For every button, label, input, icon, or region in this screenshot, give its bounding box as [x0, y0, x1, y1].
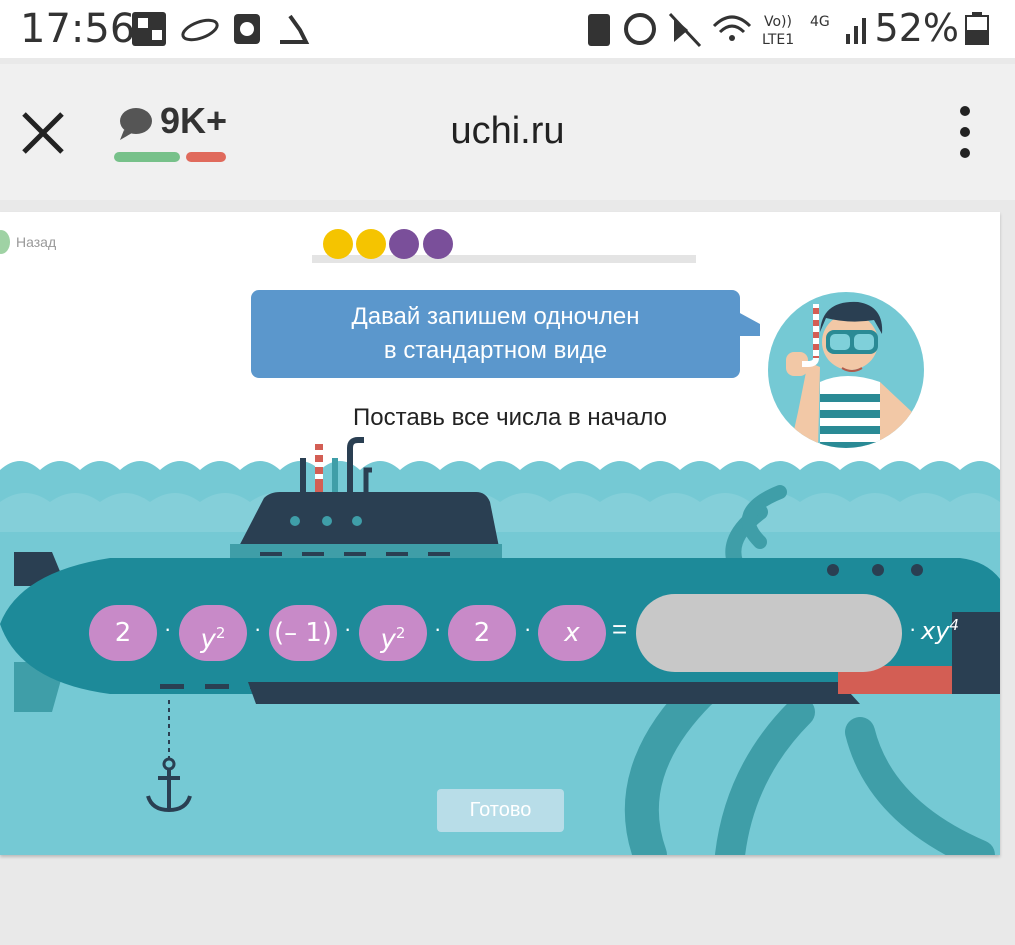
- svg-text:LTE1: LTE1: [762, 32, 794, 48]
- factor-card[interactable]: (– 1): [269, 605, 337, 661]
- battery-icon: [965, 12, 989, 45]
- factor-card[interactable]: 2: [89, 605, 157, 661]
- speech-bubble-tail: [738, 312, 760, 336]
- multiply-sign: ·: [164, 616, 172, 641]
- bubble-line-1: Давай запишем одночлен: [351, 303, 640, 330]
- status-bar: 17:56 Vo)) LTE1 4G 52%: [0, 0, 1015, 58]
- svg-text:4G: 4G: [810, 14, 830, 30]
- notification-icons: [132, 12, 310, 46]
- equals-sign: =: [612, 614, 628, 644]
- battery-level: 52%: [874, 6, 959, 50]
- done-button[interactable]: Готово: [437, 789, 564, 832]
- system-icons: Vo)) LTE1 4G: [588, 12, 866, 48]
- multiply-sign: ·: [909, 616, 917, 641]
- rating-bar-negative: [186, 152, 226, 162]
- multiply-sign: ·: [344, 616, 352, 641]
- monomial-suffix: xy4: [921, 616, 959, 645]
- answer-drop-zone[interactable]: [636, 594, 902, 672]
- bubble-line-2: в стандартном виде: [383, 337, 608, 364]
- factor-card[interactable]: y2: [179, 605, 247, 661]
- multiply-sign: ·: [524, 616, 532, 641]
- factor-card[interactable]: y2: [359, 605, 427, 661]
- clock: 17:56: [20, 6, 136, 52]
- more-options-icon[interactable]: [958, 104, 972, 160]
- rating-bar-positive: [114, 152, 180, 162]
- factor-card[interactable]: 2: [448, 605, 516, 661]
- svg-text:Vo)): Vo)): [764, 14, 792, 30]
- page-url: uchi.ru: [450, 110, 565, 152]
- multiply-sign: ·: [434, 616, 442, 641]
- multiply-sign: ·: [254, 616, 262, 641]
- factor-card[interactable]: x: [538, 605, 606, 661]
- task-instruction: Поставь все числа в начало: [353, 404, 667, 431]
- speech-bubble: Давай запишем одночлен в стандартном вид…: [251, 290, 740, 378]
- lesson-frame: Назад Давай запишем одночлен в стандартн…: [0, 212, 1000, 855]
